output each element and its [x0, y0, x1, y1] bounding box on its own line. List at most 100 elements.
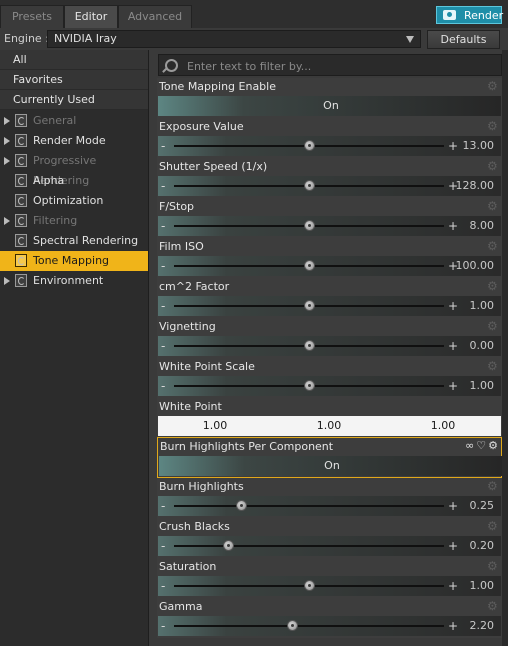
decrement-button[interactable]: - — [161, 576, 165, 596]
sidebar-item-general[interactable]: General — [0, 111, 148, 131]
gear-icon[interactable]: ⚙ — [487, 560, 499, 572]
slider-knob[interactable] — [303, 300, 315, 311]
gear-icon[interactable]: ⚙ — [487, 520, 499, 532]
decrement-button[interactable]: - — [161, 296, 165, 316]
slider-knob[interactable] — [303, 340, 315, 351]
gear-icon[interactable]: ⚙ — [487, 320, 499, 332]
group-icon — [15, 114, 27, 127]
property-label: F/Stop — [159, 200, 195, 213]
slider-value[interactable]: 128.00 — [456, 176, 495, 196]
defaults-button[interactable]: Defaults — [427, 30, 500, 49]
slider-value[interactable]: 0.00 — [470, 336, 495, 356]
gear-icon[interactable]: ⚙ — [487, 280, 499, 292]
gear-icon[interactable]: ⚙ — [487, 80, 499, 92]
decrement-button[interactable]: - — [161, 176, 165, 196]
increment-button[interactable]: + — [448, 576, 458, 596]
gear-icon[interactable]: ⚙ — [487, 360, 499, 372]
toggle-control[interactable]: On — [159, 456, 502, 476]
increment-button[interactable]: + — [448, 616, 458, 636]
decrement-button[interactable]: - — [161, 376, 165, 396]
sidebar-item-render-mode[interactable]: Render Mode — [0, 131, 148, 151]
decrement-button[interactable]: - — [161, 336, 165, 356]
increment-button[interactable]: + — [448, 296, 458, 316]
slider-knob[interactable] — [303, 580, 315, 591]
sidebar-item-currently-used[interactable]: Currently Used — [0, 90, 148, 110]
slider-knob[interactable] — [303, 380, 315, 391]
increment-button[interactable]: + — [448, 536, 458, 556]
decrement-button[interactable]: - — [161, 616, 165, 636]
gear-icon[interactable]: ⚙ — [487, 160, 499, 172]
tab-editor[interactable]: Editor — [64, 5, 118, 28]
increment-button[interactable]: + — [448, 376, 458, 396]
sidebar-item-favorites[interactable]: Favorites — [0, 70, 148, 90]
slider-value[interactable]: 8.00 — [470, 216, 495, 236]
color-value-row[interactable]: 1.00 1.00 1.00 — [158, 416, 501, 436]
sidebar-item-alpha[interactable]: Alpha — [0, 171, 148, 191]
gear-icon[interactable]: ⚙ — [487, 200, 499, 212]
pane-tab-bar: Presets Editor Advanced Render — [0, 0, 508, 28]
gear-icon[interactable]: ⚙ — [487, 240, 499, 252]
group-icon — [15, 134, 27, 147]
slider-knob[interactable] — [303, 260, 315, 271]
sidebar-item-environment[interactable]: Environment — [0, 271, 148, 291]
slider-value[interactable]: 2.20 — [470, 616, 495, 636]
sidebar-item-progressive-rendering[interactable]: Progressive Rendering — [0, 151, 148, 187]
slider-value[interactable]: 1.00 — [470, 296, 495, 316]
render-button[interactable]: Render — [436, 6, 503, 24]
property-label: Shutter Speed (1/x) — [159, 160, 268, 173]
slider-value[interactable]: 13.00 — [463, 136, 495, 156]
gear-icon[interactable]: ⚙ — [487, 480, 499, 492]
slider-value[interactable]: 100.00 — [456, 256, 495, 276]
expand-arrow-icon[interactable] — [4, 137, 10, 145]
favorite-heart-icon[interactable]: ♡ — [476, 439, 486, 452]
link-icon[interactable]: ∞ — [465, 439, 474, 452]
expand-arrow-icon[interactable] — [4, 117, 10, 125]
increment-button[interactable]: + — [448, 496, 458, 516]
property-saturation: Saturation ⚙ - + 1.00 — [157, 558, 502, 598]
tab-advanced[interactable]: Advanced — [118, 5, 192, 28]
slider-knob[interactable] — [303, 220, 315, 231]
gear-icon[interactable]: ⚙ — [487, 120, 499, 132]
color-value-r[interactable]: 1.00 — [158, 416, 272, 436]
filter-input[interactable] — [185, 56, 499, 76]
slider-knob[interactable] — [303, 180, 315, 191]
property-crush-blacks: Crush Blacks ⚙ - + 0.20 — [157, 518, 502, 558]
tab-presets[interactable]: Presets — [0, 5, 64, 28]
sidebar-item-optimization[interactable]: Optimization — [0, 191, 148, 211]
group-icon — [15, 214, 27, 227]
sidebar-item-all[interactable]: All — [0, 50, 148, 70]
expand-arrow-icon[interactable] — [4, 157, 10, 165]
expand-arrow-icon[interactable] — [4, 217, 10, 225]
slider-knob[interactable] — [222, 540, 234, 551]
decrement-button[interactable]: - — [161, 256, 165, 276]
gear-icon[interactable]: ⚙ — [487, 600, 499, 612]
toggle-control[interactable]: On — [158, 96, 501, 116]
sidebar-item-spectral-rendering[interactable]: Spectral Rendering — [0, 231, 148, 251]
increment-button[interactable]: + — [448, 336, 458, 356]
search-icon[interactable] — [165, 59, 178, 72]
slider-value[interactable]: 1.00 — [470, 376, 495, 396]
slider-value[interactable]: 0.25 — [470, 496, 495, 516]
decrement-button[interactable]: - — [161, 136, 165, 156]
slider-knob[interactable] — [236, 500, 247, 511]
slider-line — [174, 545, 444, 547]
engine-select[interactable]: NVIDIA Iray — [47, 30, 421, 48]
slider-value[interactable]: 1.00 — [470, 576, 495, 596]
property-shutter-speed: Shutter Speed (1/x) ⚙ - + 128.00 — [157, 158, 502, 198]
increment-button[interactable]: + — [448, 216, 458, 236]
slider-value[interactable]: 0.20 — [470, 536, 495, 556]
expand-arrow-icon[interactable] — [4, 277, 10, 285]
camera-icon — [443, 10, 456, 20]
property-cm2-factor: cm^2 Factor ⚙ - + 1.00 — [157, 278, 502, 318]
sidebar-item-label: Environment — [33, 274, 104, 287]
sidebar-item-tone-mapping[interactable]: Tone Mapping — [0, 251, 148, 271]
increment-button[interactable]: + — [448, 136, 458, 156]
sidebar-item-filtering[interactable]: Filtering — [0, 211, 148, 231]
decrement-button[interactable]: - — [161, 496, 165, 516]
color-value-g[interactable]: 1.00 — [272, 416, 386, 436]
decrement-button[interactable]: - — [161, 216, 165, 236]
decrement-button[interactable]: - — [161, 536, 165, 556]
slider-knob[interactable] — [303, 140, 315, 151]
gear-icon[interactable]: ⚙ — [488, 439, 498, 452]
color-value-b[interactable]: 1.00 — [386, 416, 500, 436]
